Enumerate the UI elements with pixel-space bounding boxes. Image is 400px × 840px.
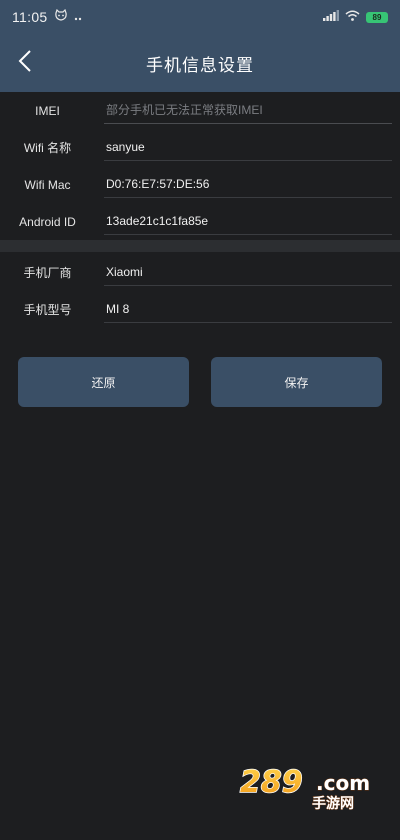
manufacturer-input[interactable]: [104, 258, 392, 286]
svg-text:289: 289: [240, 765, 303, 800]
android-id-input[interactable]: [104, 207, 392, 235]
wifi-icon: [345, 10, 360, 25]
reset-button[interactable]: 还原: [18, 357, 189, 407]
section-divider: [0, 240, 400, 252]
svg-text:手游网: 手游网: [312, 795, 354, 810]
form-row-imei: IMEI: [0, 92, 400, 129]
android-id-label: Android ID: [19, 214, 76, 229]
imei-input[interactable]: [104, 96, 392, 124]
form-row-model: 手机型号: [0, 291, 400, 328]
status-time: 11:05: [12, 9, 48, 25]
page-title: 手机信息设置: [146, 55, 254, 76]
form-row-wifi-name: Wifi 名称: [0, 129, 400, 166]
signal-icon: [323, 9, 339, 25]
model-label: 手机型号: [23, 303, 72, 317]
action-buttons: 还原 保存: [18, 357, 382, 407]
form-row-android-id: Android ID: [0, 203, 400, 240]
back-button[interactable]: [8, 46, 42, 80]
more-notifications-icon: [74, 10, 86, 25]
notification-cat-icon: [54, 8, 68, 25]
watermark-logo: 289 .com 手游网: [238, 764, 378, 810]
chevron-left-icon: [18, 49, 32, 77]
wifi-name-label: Wifi 名称: [23, 141, 72, 155]
wifi-name-input[interactable]: [104, 133, 392, 161]
wifi-mac-label: Wifi Mac: [24, 177, 71, 192]
form-row-wifi-mac: Wifi Mac: [0, 166, 400, 203]
save-button[interactable]: 保存: [211, 357, 382, 407]
svg-text:.com: .com: [316, 771, 370, 795]
model-input[interactable]: [104, 295, 392, 323]
device-info-form: IMEI Wifi 名称 Wifi Mac Android ID 手机厂商 手机…: [0, 92, 400, 328]
manufacturer-label: 手机厂商: [23, 266, 72, 280]
form-row-manufacturer: 手机厂商: [0, 254, 400, 291]
imei-label: IMEI: [35, 103, 60, 118]
app-bar: 手机信息设置: [0, 34, 400, 92]
watermark-289-logo-image: 289 .com 手游网: [239, 764, 370, 810]
wifi-mac-input[interactable]: [104, 170, 392, 198]
battery-indicator: 89: [366, 11, 388, 23]
status-left: 11:05: [12, 8, 86, 25]
status-bar: 11:05 89: [0, 0, 400, 34]
status-right: 89: [323, 9, 388, 25]
